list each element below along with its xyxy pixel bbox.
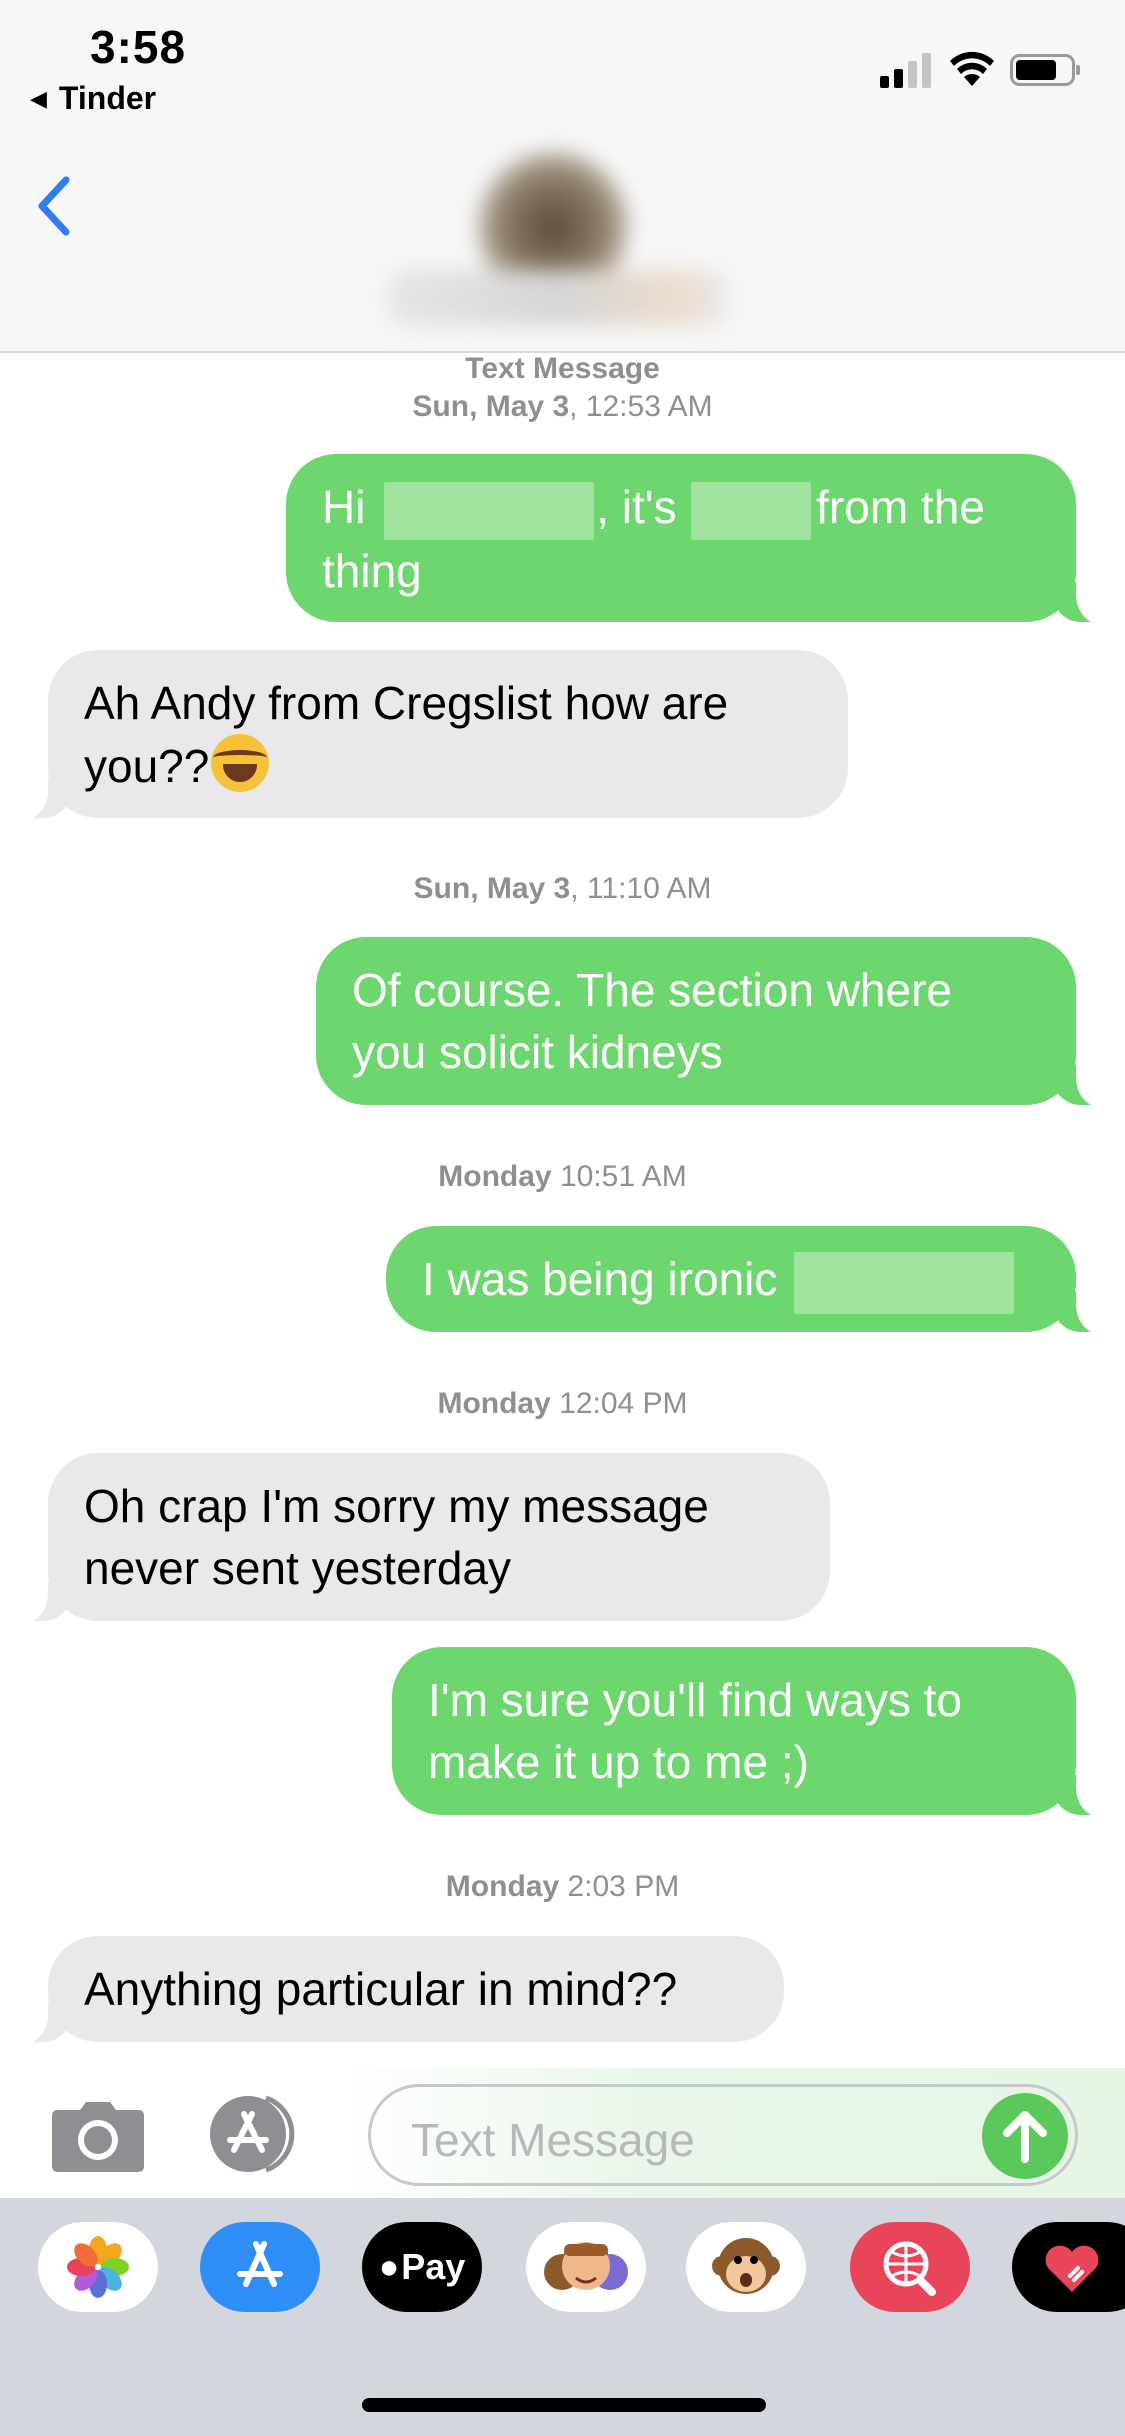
apple-pay-label: Pay <box>401 2246 466 2287</box>
sent-message-bubble[interactable]: Hi , it's from the thing <box>286 454 1116 624</box>
apple-pay-app-icon[interactable]: ● Pay <box>362 2222 482 2312</box>
message-text: you solicit kidneys <box>352 1026 723 1078</box>
redacted-name <box>691 481 812 540</box>
app-store-app-icon[interactable] <box>200 2222 320 2312</box>
message-text: never sent yesterday <box>84 1542 512 1594</box>
message-input[interactable]: Text Message <box>368 2084 1078 2186</box>
timestamp-time: 2:03 PM <box>559 1870 680 1903</box>
timestamp-day: Sun, May 3 <box>413 872 571 905</box>
back-triangle-icon: ◀ <box>30 85 47 111</box>
heart-icon <box>1045 2245 1099 2292</box>
conversation-header <box>0 140 1125 353</box>
web-images-app-icon[interactable] <box>850 2222 970 2312</box>
arrow-up-icon <box>1003 2111 1047 2163</box>
received-message-bubble[interactable]: Anything particular in mind?? <box>8 1936 784 2044</box>
message-text: Oh crap I'm sorry my message <box>84 1480 709 1532</box>
camera-icon[interactable] <box>50 2102 146 2172</box>
timestamp-time: , 12:53 AM <box>569 390 713 423</box>
back-to-app-button[interactable]: ◀ Tinder <box>30 80 156 117</box>
timestamp-day: Sun, May 3 <box>412 390 570 423</box>
received-message-bubble[interactable]: Oh crap I'm sorry my message never sent … <box>8 1453 830 1623</box>
redacted-content <box>794 1251 1015 1314</box>
apple-logo-icon: ● <box>378 2247 400 2286</box>
photos-flower-icon <box>67 2236 129 2298</box>
message-input-placeholder: Text Message <box>411 2114 695 2166</box>
message-text: Of course. The section where <box>352 964 952 1016</box>
message-text: I was being ironic <box>422 1253 778 1305</box>
status-bar: 3:58 ◀ Tinder <box>0 0 1125 140</box>
status-time: 3:58 <box>90 21 187 73</box>
timestamp-day: Monday <box>438 1160 552 1193</box>
battery-icon <box>1010 54 1080 86</box>
timestamp: Monday 10:51 AM <box>0 1160 1125 1194</box>
send-button[interactable] <box>982 2093 1068 2179</box>
wifi-icon <box>950 51 994 86</box>
redacted-name <box>384 481 595 540</box>
message-text: I'm sure you'll find ways to <box>428 1674 962 1726</box>
timestamp: Monday 2:03 PM <box>0 1870 1125 1904</box>
timestamp: Sun, May 3, 11:10 AM <box>0 872 1125 906</box>
back-app-label: Tinder <box>58 80 157 116</box>
back-chevron-icon[interactable] <box>30 166 80 246</box>
monkey-icon <box>712 2238 780 2294</box>
message-text: make it up to me ;) <box>428 1736 809 1788</box>
memoji-app-icon[interactable] <box>526 2222 646 2312</box>
composer-bar: Text Message <box>0 2068 1125 2198</box>
app-store-icon[interactable] <box>208 2094 318 2174</box>
globe-search-icon <box>883 2241 936 2296</box>
contact-name <box>388 270 728 326</box>
message-text: Anything particular in mind?? <box>84 1963 678 2015</box>
message-text: from the <box>803 481 985 533</box>
message-text: , it's <box>596 481 677 533</box>
timestamp-day: Monday <box>445 1870 560 1903</box>
service-label: Text Message <box>465 352 660 385</box>
sent-message-bubble[interactable]: Of course. The section where you solicit… <box>316 937 1116 1107</box>
animoji-app-icon[interactable] <box>686 2222 806 2312</box>
memoji-faces-icon <box>544 2242 628 2290</box>
message-text: thing <box>322 544 422 597</box>
app-store-a-icon <box>237 2241 283 2287</box>
timestamp-time: 12:04 PM <box>550 1387 688 1420</box>
digital-touch-app-icon[interactable] <box>1012 2222 1125 2312</box>
message-text: Ah Andy from Cregslist how are <box>84 677 729 729</box>
received-message-bubble[interactable]: Ah Andy from Cregslist how are you?? <box>8 650 848 820</box>
timestamp: Monday 12:04 PM <box>0 1387 1125 1421</box>
timestamp-day: Monday <box>437 1387 551 1420</box>
home-indicator[interactable] <box>362 2398 766 2412</box>
sent-message-bubble[interactable]: I'm sure you'll find ways to make it up … <box>392 1647 1116 1817</box>
message-text: Hi <box>322 481 366 533</box>
sent-message-bubble[interactable]: I was being ironic <box>386 1226 1116 1334</box>
tears-of-joy-emoji-icon <box>211 734 270 792</box>
timestamp-time: 10:51 AM <box>551 1160 687 1193</box>
photos-app-icon[interactable] <box>38 2222 158 2312</box>
timestamp-time: , 11:10 AM <box>570 872 712 905</box>
message-text: you?? <box>84 740 210 792</box>
contact-info-button[interactable] <box>368 140 748 336</box>
cellular-signal-icon <box>880 53 931 88</box>
timestamp: Text Message Sun, May 3, 12:53 AM <box>0 350 1125 426</box>
